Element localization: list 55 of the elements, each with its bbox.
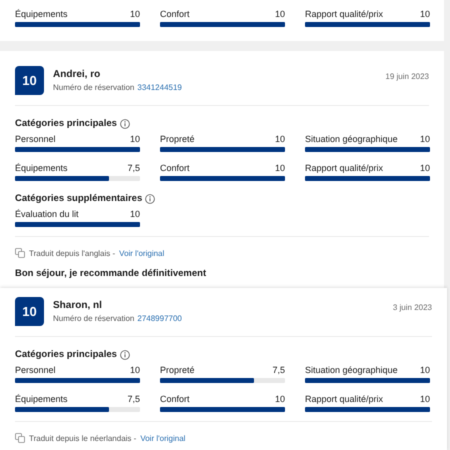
category-score: 10: [274, 9, 285, 19]
score-badge: 10: [15, 297, 44, 326]
category-score: 7,5: [127, 163, 140, 173]
category-label: Confort: [160, 9, 190, 19]
info-icon[interactable]: [145, 194, 156, 204]
category-score: 10: [420, 365, 430, 375]
section-title: Catégories supplémentaires: [15, 193, 142, 204]
reviewer-name: Sharon, nl: [53, 300, 103, 311]
review-title: Bon séjour, je recommande définitivement: [15, 268, 208, 279]
category-score: 10: [274, 163, 285, 173]
reviewer-name: Andrei, ro: [53, 69, 102, 80]
category-label: Situation géographique: [305, 134, 398, 144]
score-badge: 10: [15, 66, 44, 95]
category-score: 7,5: [272, 365, 285, 375]
section-title: Catégories principales: [15, 349, 117, 360]
review-date: 19 juin 2023: [385, 71, 429, 81]
category-label: Équipements: [15, 9, 68, 19]
category-score: 10: [420, 394, 430, 404]
category-label: Rapport qualité/prix: [305, 163, 384, 173]
category-label: Personnel: [15, 134, 56, 144]
category-score: 10: [130, 365, 140, 375]
translate-icon: [15, 433, 25, 443]
category-score: 10: [130, 9, 140, 19]
category-label: Confort: [160, 163, 190, 173]
info-icon[interactable]: [120, 350, 130, 360]
reservation-label: Numéro de réservation: [53, 314, 134, 323]
category-label: Rapport qualité/prix: [305, 394, 384, 404]
category-label: Personnel: [15, 365, 56, 375]
reservation-label: Numéro de réservation: [53, 83, 134, 92]
section-title: Catégories principales: [15, 118, 117, 129]
original-link[interactable]: Voir l'original: [119, 248, 164, 258]
category-label: Équipements: [15, 394, 68, 404]
review-date: 3 juin 2023: [392, 302, 432, 312]
original-link[interactable]: Voir l'original: [140, 434, 186, 442]
category-label: Équipements: [15, 163, 68, 173]
category-label: Confort: [160, 394, 190, 404]
category-score: 7,5: [127, 394, 140, 404]
category-score: 10: [274, 134, 285, 144]
reservation-number-link[interactable]: 3341244519: [137, 83, 182, 92]
category-label: Situation géographique: [305, 365, 398, 375]
category-score: 10: [274, 394, 285, 404]
translation-note: Traduit depuis le néerlandais -: [29, 434, 136, 442]
info-icon[interactable]: [120, 118, 130, 128]
category-label: Rapport qualité/prix: [305, 9, 384, 19]
category-score: 10: [130, 134, 140, 144]
category-label: Évaluation du lit: [15, 209, 79, 219]
category-score: 10: [420, 163, 430, 173]
translate-icon: [15, 248, 25, 258]
category-label: Propreté: [160, 365, 195, 375]
category-score: 10: [420, 9, 430, 19]
category-score: 10: [420, 134, 430, 144]
category-label: Propreté: [160, 134, 195, 144]
reservation-number-link[interactable]: 2748997700: [137, 314, 182, 323]
category-score: 10: [130, 209, 140, 219]
translation-note: Traduit depuis l'anglais -: [29, 248, 116, 258]
